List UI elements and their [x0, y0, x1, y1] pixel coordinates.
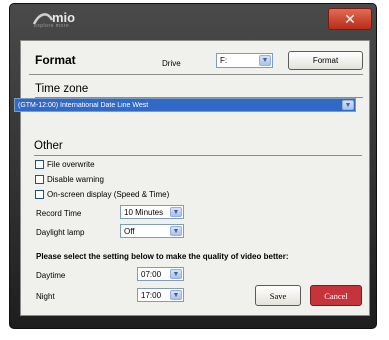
drive-label: Drive — [162, 59, 181, 68]
checkbox-box — [35, 190, 44, 199]
chevron-down-icon: ▼ — [170, 207, 182, 217]
other-title: Other — [34, 140, 63, 152]
chevron-down-icon: ▼ — [259, 55, 271, 66]
daytime-value: 07:00 — [141, 269, 162, 279]
daytime-select[interactable]: 07:00 ▼ — [137, 267, 184, 281]
timezone-value: (GTM-12:00) International Date Line West — [18, 101, 149, 109]
drive-value: F: — [220, 56, 228, 65]
divider — [34, 155, 362, 156]
daytime-label: Daytime — [36, 271, 66, 280]
quality-note: Please select the setting below to make … — [36, 252, 289, 261]
checkbox-box — [35, 175, 44, 184]
chevron-down-icon: ▼ — [170, 226, 182, 236]
divider — [29, 74, 363, 75]
chevron-down-icon: ▼ — [170, 290, 182, 300]
format-button[interactable]: Format — [288, 51, 363, 70]
cancel-button[interactable]: Cancel — [310, 285, 362, 306]
chevron-down-icon: ▼ — [170, 269, 182, 279]
checkbox-label: On-screen display (Speed & Time) — [47, 190, 170, 199]
night-select[interactable]: 17:00 ▼ — [137, 288, 184, 302]
record-time-select[interactable]: 10 Minutes ▼ — [120, 205, 184, 219]
save-button[interactable]: Save — [255, 285, 301, 306]
timezone-select[interactable]: (GTM-12:00) International Date Line West… — [14, 98, 356, 112]
disable-warning-checkbox[interactable]: Disable warning — [35, 175, 104, 184]
file-overwrite-checkbox[interactable]: File overwrite — [35, 160, 95, 169]
daylight-lamp-select[interactable]: Off ▼ — [120, 224, 184, 238]
close-icon: ✕ — [344, 10, 356, 27]
daylight-lamp-value: Off — [124, 226, 135, 236]
checkbox-label: File overwrite — [47, 160, 95, 169]
close-button[interactable]: ✕ — [328, 8, 372, 30]
night-label: Night — [36, 292, 55, 301]
checkbox-label: Disable warning — [47, 175, 104, 184]
logo-subtitle: explore more — [34, 23, 70, 29]
night-value: 17:00 — [141, 290, 162, 300]
record-time-label: Record Time — [36, 209, 82, 218]
record-time-value: 10 Minutes — [124, 207, 164, 217]
checkbox-box — [35, 160, 44, 169]
timezone-title: Time zone — [35, 83, 89, 95]
chevron-down-icon: ▼ — [342, 100, 354, 110]
daylight-lamp-label: Daylight lamp — [36, 228, 85, 237]
drive-select[interactable]: F: ▼ — [216, 53, 273, 68]
format-title: Format — [35, 53, 76, 67]
osd-checkbox[interactable]: On-screen display (Speed & Time) — [35, 190, 169, 199]
